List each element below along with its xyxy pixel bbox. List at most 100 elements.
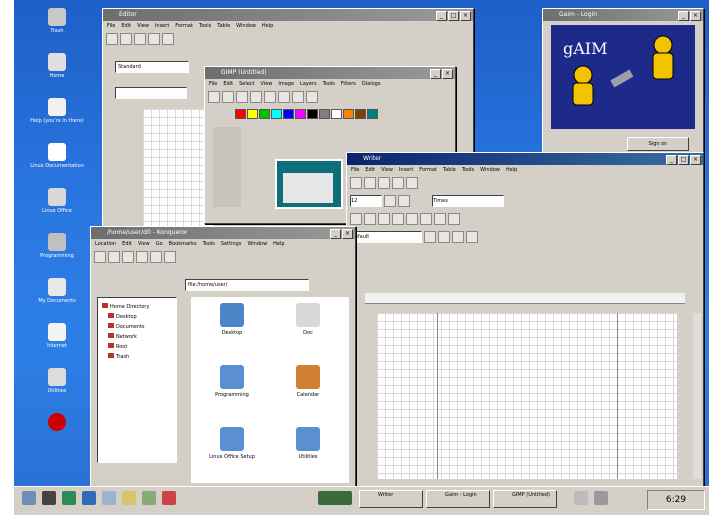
palette-swatch[interactable] bbox=[235, 109, 246, 119]
writer-scrollbar[interactable] bbox=[693, 313, 701, 479]
zoom-icon[interactable] bbox=[264, 91, 276, 103]
sign-on-button[interactable]: Sign on bbox=[627, 137, 689, 151]
gimp-title-bar[interactable]: GIMP (Untitled) _ × bbox=[205, 67, 455, 79]
desktop-icon[interactable]: Linux Office bbox=[14, 188, 100, 214]
close-button[interactable]: × bbox=[690, 11, 701, 21]
menu-item[interactable]: View bbox=[261, 79, 273, 89]
menu-item[interactable]: Edit bbox=[121, 21, 131, 31]
ellipse-select-icon[interactable] bbox=[222, 91, 234, 103]
gaim-title-bar[interactable]: Gaim - Login _ × bbox=[543, 9, 703, 21]
address-field[interactable]: file:/home/user/ bbox=[185, 279, 309, 291]
stop-icon[interactable] bbox=[164, 251, 176, 263]
desktop-icon[interactable]: Utilities bbox=[14, 368, 100, 394]
palette-swatch[interactable] bbox=[259, 109, 270, 119]
writer-title-bar[interactable]: Writer _ □ × bbox=[347, 153, 703, 165]
file-manager-title-bar[interactable]: /home/user/d0 - Konqueror _ × bbox=[91, 227, 355, 239]
menu-item[interactable]: Help bbox=[273, 239, 284, 249]
rect-select-icon[interactable] bbox=[208, 91, 220, 103]
file-item[interactable]: Linux Office Setup bbox=[197, 427, 267, 460]
desktop-icon[interactable]: Home bbox=[14, 53, 100, 79]
move-icon[interactable] bbox=[250, 91, 262, 103]
menu-item[interactable]: Table bbox=[443, 165, 456, 175]
close-button[interactable]: × bbox=[690, 155, 701, 165]
minimize-button[interactable]: _ bbox=[330, 229, 341, 239]
back-icon[interactable] bbox=[94, 251, 106, 263]
editor-document[interactable] bbox=[143, 109, 213, 229]
close-button[interactable]: × bbox=[460, 11, 471, 21]
table-icon[interactable] bbox=[392, 213, 404, 225]
new-icon[interactable] bbox=[106, 33, 118, 45]
maximize-button[interactable]: □ bbox=[678, 155, 689, 165]
italic-icon[interactable] bbox=[398, 195, 410, 207]
up-icon[interactable] bbox=[122, 251, 134, 263]
undo-icon[interactable] bbox=[420, 213, 432, 225]
menu-item[interactable]: Format bbox=[419, 165, 437, 175]
font-field[interactable] bbox=[115, 87, 187, 99]
menu-item[interactable]: View bbox=[138, 239, 150, 249]
palette-swatch[interactable] bbox=[283, 109, 294, 119]
zoom-icon[interactable] bbox=[448, 213, 460, 225]
menu-item[interactable]: Image bbox=[278, 79, 294, 89]
open-icon[interactable] bbox=[364, 177, 376, 189]
menu-item[interactable]: Format bbox=[175, 21, 193, 31]
align-center-icon[interactable] bbox=[438, 231, 450, 243]
maximize-button[interactable]: □ bbox=[448, 11, 459, 21]
tree-item[interactable]: Documents bbox=[102, 322, 172, 332]
print-icon[interactable] bbox=[148, 33, 160, 45]
fill-icon[interactable] bbox=[306, 91, 318, 103]
desktop-icon[interactable]: My Documents bbox=[14, 278, 100, 304]
menu-item[interactable]: View bbox=[137, 21, 149, 31]
menu-item[interactable]: Window bbox=[247, 239, 267, 249]
menu-item[interactable]: Edit bbox=[365, 165, 375, 175]
save-icon[interactable] bbox=[378, 177, 390, 189]
print-icon[interactable] bbox=[392, 177, 404, 189]
crop-icon[interactable] bbox=[278, 91, 290, 103]
text-icon[interactable] bbox=[292, 91, 304, 103]
minimize-button[interactable]: _ bbox=[678, 11, 689, 21]
menu-item[interactable]: Insert bbox=[155, 21, 169, 31]
task-gimp[interactable]: GIMP (Untitled) bbox=[493, 490, 557, 508]
palette-swatch[interactable] bbox=[247, 109, 258, 119]
help-icon[interactable] bbox=[162, 491, 176, 505]
menu-item[interactable]: Tools bbox=[323, 79, 335, 89]
palette-swatch[interactable] bbox=[295, 109, 306, 119]
menu-item[interactable]: Tools bbox=[203, 239, 215, 249]
style-field[interactable]: Standard bbox=[115, 61, 189, 73]
file-item[interactable]: Calendar bbox=[273, 365, 343, 398]
preview-icon[interactable] bbox=[406, 177, 418, 189]
menu-item[interactable]: Dialogs bbox=[362, 79, 381, 89]
font-name-field[interactable]: Times bbox=[432, 195, 504, 207]
network-icon[interactable] bbox=[594, 491, 608, 505]
file-item[interactable]: Desktop bbox=[197, 303, 267, 336]
menu-item[interactable]: Insert bbox=[399, 165, 413, 175]
tree-item[interactable]: Trash bbox=[102, 352, 172, 362]
menu-item[interactable]: Layers bbox=[300, 79, 317, 89]
settings-icon[interactable] bbox=[142, 491, 156, 505]
bold-icon[interactable] bbox=[384, 195, 396, 207]
palette-swatch[interactable] bbox=[319, 109, 330, 119]
terminal-icon[interactable] bbox=[42, 491, 56, 505]
browser-icon[interactable] bbox=[62, 491, 76, 505]
writer-window[interactable]: Writer _ □ × File Edit View Insert Format … bbox=[346, 152, 704, 486]
tree-item[interactable]: Root bbox=[102, 342, 172, 352]
align-left-icon[interactable] bbox=[424, 231, 436, 243]
copy-icon[interactable] bbox=[364, 213, 376, 225]
desktop-icon[interactable]: Linux Documentation bbox=[14, 143, 100, 169]
palette-swatch[interactable] bbox=[307, 109, 318, 119]
align-right-icon[interactable] bbox=[452, 231, 464, 243]
image-icon[interactable] bbox=[406, 213, 418, 225]
reload-icon[interactable] bbox=[150, 251, 162, 263]
lasso-icon[interactable] bbox=[236, 91, 248, 103]
minimize-button[interactable]: _ bbox=[436, 11, 447, 21]
volume-icon[interactable] bbox=[574, 491, 588, 505]
office-icon[interactable] bbox=[102, 491, 116, 505]
palette-swatch[interactable] bbox=[271, 109, 282, 119]
paragraph-style-field[interactable]: Default bbox=[350, 231, 422, 243]
menu-item[interactable]: Edit bbox=[223, 79, 233, 89]
cut-icon[interactable] bbox=[350, 213, 362, 225]
gaim-window[interactable]: Gaim - Login _ × gAIM Sign on bbox=[542, 8, 704, 156]
minimize-button[interactable]: _ bbox=[430, 69, 441, 79]
menu-item[interactable]: File bbox=[107, 21, 115, 31]
writer-document[interactable] bbox=[377, 313, 677, 479]
menu-item[interactable]: Select bbox=[239, 79, 254, 89]
